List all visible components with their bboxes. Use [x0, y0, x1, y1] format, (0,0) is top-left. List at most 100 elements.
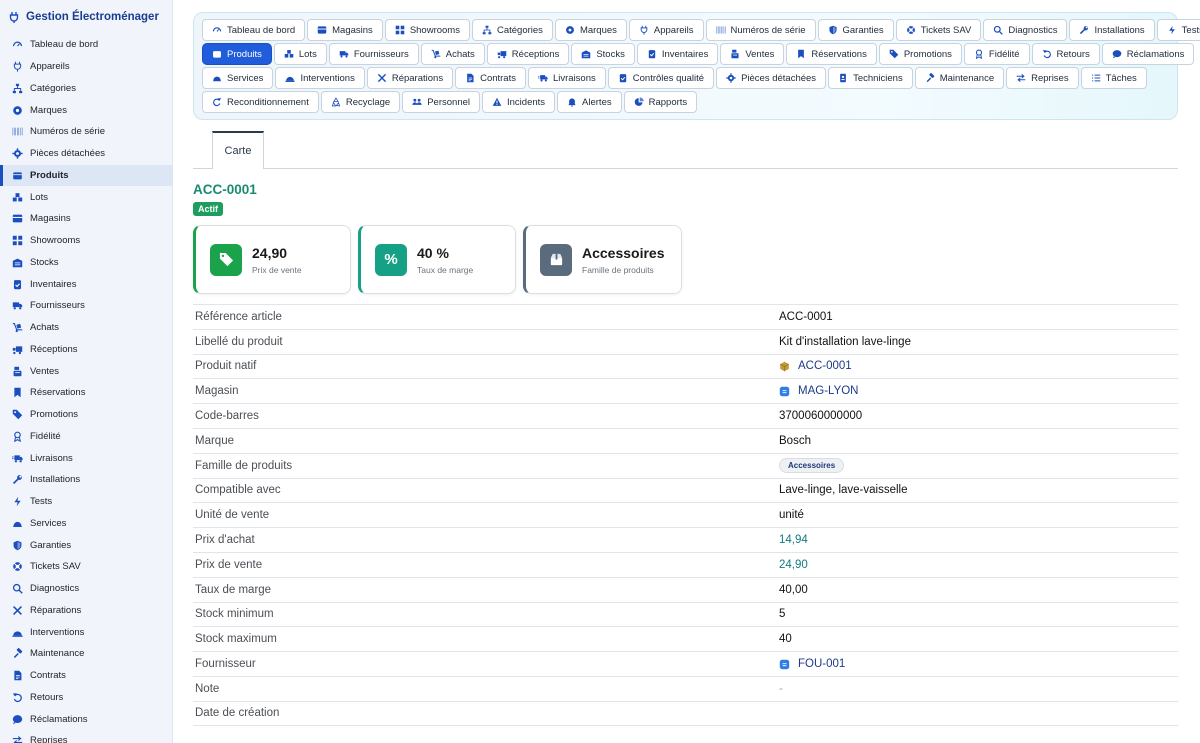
nav-button-marques[interactable]: Marques	[554, 19, 627, 41]
sidebar-item-numeros-de-serie[interactable]: Numéros de série	[0, 121, 172, 143]
nav-button-garanties[interactable]: Garanties	[817, 19, 894, 41]
sidebar-item-pieces-detachees[interactable]: Pièces détachées	[0, 143, 172, 165]
nav-button-achats[interactable]: Achats	[420, 43, 485, 65]
nav-button-maintenance[interactable]: Maintenance	[914, 67, 1005, 89]
concierge-icon	[12, 518, 23, 529]
sidebar-item-services[interactable]: Services	[0, 513, 172, 535]
record-link[interactable]: ACC-0001	[798, 360, 852, 372]
nav-button-produits[interactable]: Produits	[202, 43, 272, 65]
nav-button-reparations[interactable]: Réparations	[366, 67, 454, 89]
sidebar-item-tests[interactable]: Tests	[0, 491, 172, 513]
nav-button-diagnostics[interactable]: Diagnostics	[983, 19, 1068, 41]
award-icon	[12, 431, 23, 442]
sidebar-item-livraisons[interactable]: Livraisons	[0, 447, 172, 469]
sidebar-item-reprises[interactable]: Reprises	[0, 730, 172, 743]
tab-carte[interactable]: Carte	[212, 131, 264, 169]
sidebar-item-ventes[interactable]: Ventes	[0, 360, 172, 382]
nav-button-fidelite[interactable]: Fidélité	[963, 43, 1030, 65]
nav-button-controles-qualite[interactable]: Contrôles qualité	[607, 67, 715, 89]
sidebar-item-tableau-de-bord[interactable]: Tableau de bord	[0, 34, 172, 56]
nav-button-contrats[interactable]: Contrats	[455, 67, 526, 89]
sidebar-item-reclamations[interactable]: Réclamations	[0, 708, 172, 730]
sidebar-item-fournisseurs[interactable]: Fournisseurs	[0, 295, 172, 317]
exchange-icon	[12, 735, 23, 743]
badge-icon	[12, 105, 23, 116]
record-link[interactable]: FOU-001	[798, 658, 845, 670]
sitemap-icon	[12, 83, 23, 94]
nav-button-tickets-sav[interactable]: Tickets SAV	[895, 19, 982, 41]
nav-button-appareils[interactable]: Appareils	[628, 19, 704, 41]
field-value: ACC-0001	[779, 360, 852, 372]
nav-button-tests[interactable]: Tests	[1156, 19, 1200, 41]
sidebar-item-lots[interactable]: Lots	[0, 186, 172, 208]
nav-button-recyclage[interactable]: Recyclage	[320, 91, 401, 113]
nav-button-stocks[interactable]: Stocks	[571, 43, 635, 65]
sidebar-item-magasins[interactable]: Magasins	[0, 208, 172, 230]
sidebar-item-interventions[interactable]: Interventions	[0, 621, 172, 643]
nav-button-personnel[interactable]: Personnel	[402, 91, 480, 113]
sidebar-item-reparations[interactable]: Réparations	[0, 600, 172, 622]
nav-button-incidents[interactable]: Incidents	[482, 91, 556, 113]
nav-button-reclamations[interactable]: Réclamations	[1101, 43, 1195, 65]
sidebar-item-contrats[interactable]: Contrats	[0, 665, 172, 687]
sidebar-item-stocks[interactable]: Stocks	[0, 252, 172, 274]
table-row: Stock minimum 5	[193, 601, 1178, 627]
sidebar-item-maintenance[interactable]: Maintenance	[0, 643, 172, 665]
truck-loading-icon	[12, 344, 23, 355]
nav-button-magasins[interactable]: Magasins	[307, 19, 383, 41]
nav-button-label: Pièces détachées	[741, 72, 817, 84]
table-row: Libellé du produit Kit d'installation lav…	[193, 328, 1178, 354]
sidebar-item-promotions[interactable]: Promotions	[0, 404, 172, 426]
sidebar-item-garanties[interactable]: Garanties	[0, 534, 172, 556]
nav-button-reconditionnement[interactable]: Reconditionnement	[202, 91, 319, 113]
nav-button-taches[interactable]: Tâches	[1080, 67, 1147, 89]
nav-button-tableau-de-bord[interactable]: Tableau de bord	[202, 19, 306, 41]
tags-icon	[12, 409, 23, 420]
sidebar-item-retours[interactable]: Retours	[0, 687, 172, 709]
sidebar-item-installations[interactable]: Installations	[0, 469, 172, 491]
nav-button-services[interactable]: Services	[202, 67, 274, 89]
sidebar-item-label: Retours	[30, 691, 64, 703]
sidebar-item-label: Inventaires	[30, 278, 77, 290]
nav-button-showrooms[interactable]: Showrooms	[384, 19, 470, 41]
sidebar-item-marques[interactable]: Marques	[0, 99, 172, 121]
sidebar-item-inventaires[interactable]: Inventaires	[0, 273, 172, 295]
kpi-label: Prix de vente	[252, 264, 302, 275]
sidebar-item-receptions[interactable]: Réceptions	[0, 339, 172, 361]
field-value: 40,00	[779, 583, 808, 596]
box-open-icon	[540, 243, 572, 276]
sidebar-item-categories[interactable]: Catégories	[0, 78, 172, 100]
nav-button-categories[interactable]: Catégories	[471, 19, 553, 41]
sidebar-item-achats[interactable]: Achats	[0, 317, 172, 339]
nav-button-inventaires[interactable]: Inventaires	[636, 43, 719, 65]
nav-button-numeros-de-serie[interactable]: Numéros de série	[705, 19, 816, 41]
sidebar-item-reservations[interactable]: Réservations	[0, 382, 172, 404]
nav-button-reprises[interactable]: Reprises	[1006, 67, 1079, 89]
sidebar-item-diagnostics[interactable]: Diagnostics	[0, 578, 172, 600]
nav-button-reservations[interactable]: Réservations	[786, 43, 877, 65]
nav-button-installations[interactable]: Installations	[1069, 19, 1155, 41]
record-link[interactable]: MAG-LYON	[798, 385, 859, 397]
nav-button-rapports[interactable]: Rapports	[623, 91, 698, 113]
nav-button-lots[interactable]: Lots	[273, 43, 327, 65]
nav-button-alertes[interactable]: Alertes	[557, 91, 622, 113]
nav-button-livraisons[interactable]: Livraisons	[527, 67, 606, 89]
nav-button-interventions[interactable]: Interventions	[275, 67, 365, 89]
app-brand[interactable]: Gestion Électroménager	[0, 0, 172, 34]
sidebar-item-produits[interactable]: Produits	[0, 164, 172, 187]
sidebar-item-label: Tableau de bord	[30, 39, 99, 51]
nav-button-pieces-detachees[interactable]: Pièces détachées	[716, 67, 827, 89]
sidebar-item-tickets-sav[interactable]: Tickets SAV	[0, 556, 172, 578]
sidebar-item-fidelite[interactable]: Fidélité	[0, 426, 172, 448]
nav-button-retours[interactable]: Retours	[1031, 43, 1100, 65]
nav-button-fournisseurs[interactable]: Fournisseurs	[328, 43, 419, 65]
nav-button-receptions[interactable]: Réceptions	[486, 43, 570, 65]
truck-icon	[12, 300, 23, 311]
field-value: 5	[779, 608, 786, 621]
sidebar-item-showrooms[interactable]: Showrooms	[0, 230, 172, 252]
nav-button-techniciens[interactable]: Techniciens	[828, 67, 913, 89]
nav-button-promotions[interactable]: Promotions	[878, 43, 962, 65]
nav-button-ventes[interactable]: Ventes	[720, 43, 785, 65]
sidebar-item-appareils[interactable]: Appareils	[0, 56, 172, 78]
cash-register-icon	[12, 366, 23, 377]
